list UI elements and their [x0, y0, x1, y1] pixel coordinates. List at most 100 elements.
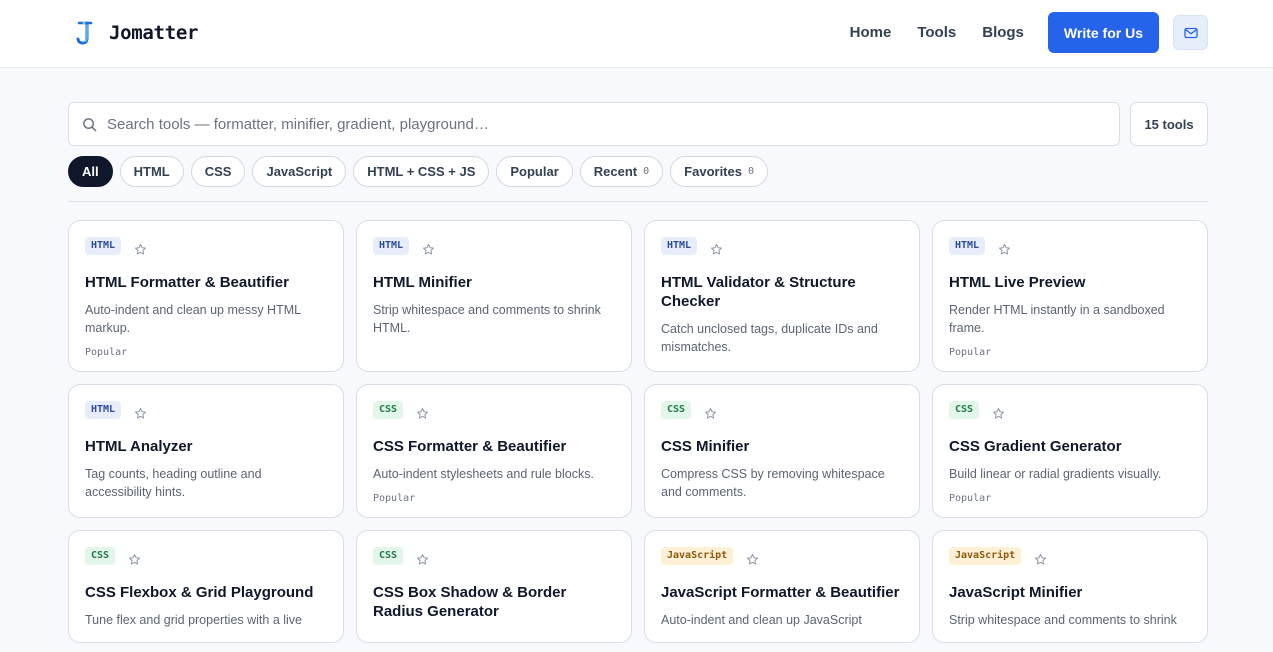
tool-count-badge: 15 tools: [1130, 102, 1208, 146]
category-tag: CSS: [85, 547, 116, 565]
filter-css-chip[interactable]: CSS: [190, 156, 246, 187]
search-box[interactable]: [68, 102, 1120, 146]
brand-name: Jomatter: [109, 22, 199, 44]
category-tag: CSS: [949, 401, 980, 419]
category-tag: JavaScript: [661, 547, 734, 565]
tool-description: Strip whitespace and comments to shrink …: [373, 303, 601, 335]
search-input[interactable]: [107, 115, 1067, 133]
tool-description: Tune flex and grid properties with a liv…: [85, 613, 303, 627]
category-tag: CSS: [661, 401, 692, 419]
chip-label: All: [82, 164, 99, 179]
tool-description: Build linear or radial gradients visuall…: [949, 467, 1162, 481]
tool-card[interactable]: HTML HTML Validator & Structure Checker Ca…: [644, 220, 920, 372]
category-tag: JavaScript: [949, 547, 1022, 565]
tool-card[interactable]: CSS CSS Minifier Compress CSS by removing …: [644, 384, 920, 518]
main-nav: Home Tools Blogs Write for Us: [850, 12, 1208, 53]
filter-recent-chip[interactable]: Recent 0: [579, 156, 664, 187]
nav-tools-link[interactable]: Tools: [917, 24, 956, 41]
star-icon[interactable]: [134, 407, 147, 420]
favorites-count: 0: [747, 166, 755, 177]
chip-label: HTML: [133, 164, 170, 179]
chip-label: CSS: [204, 164, 232, 179]
mail-button[interactable]: [1173, 15, 1208, 50]
card-header: HTML: [85, 237, 327, 255]
category-tag: HTML: [85, 401, 122, 419]
tool-description: Auto-indent and clean up JavaScript: [661, 613, 862, 627]
filter-favorites-chip[interactable]: Favorites 0: [670, 156, 769, 187]
tool-description: Catch unclosed tags, duplicate IDs and m…: [661, 322, 878, 354]
card-header: HTML: [85, 401, 327, 419]
filter-popular-chip[interactable]: Popular: [496, 156, 573, 187]
card-header: CSS: [661, 401, 903, 419]
chip-label: HTML + CSS + JS: [367, 164, 476, 179]
card-header: HTML: [661, 237, 903, 255]
card-header: CSS: [949, 401, 1191, 419]
star-icon[interactable]: [422, 243, 435, 256]
popular-badge: Popular: [373, 493, 416, 504]
tool-title: HTML Analyzer: [85, 438, 193, 455]
tool-card[interactable]: HTML HTML Analyzer Tag counts, heading out…: [68, 384, 344, 518]
star-icon[interactable]: [128, 553, 141, 566]
category-tag: HTML: [661, 237, 698, 255]
card-header: CSS: [373, 547, 615, 565]
star-icon[interactable]: [1034, 553, 1047, 566]
filter-javascript-chip[interactable]: JavaScript: [252, 156, 347, 187]
card-header: JavaScript: [949, 547, 1191, 565]
star-icon[interactable]: [704, 407, 717, 420]
popular-badge: Popular: [85, 347, 128, 358]
star-icon[interactable]: [992, 407, 1005, 420]
filter-chips: All HTML CSS JavaScript HTML + CSS + JS …: [68, 156, 775, 187]
card-header: HTML: [373, 237, 615, 255]
chip-label: Favorites: [684, 164, 742, 179]
filter-html-css-js-chip[interactable]: HTML + CSS + JS: [353, 156, 490, 187]
tool-title: HTML Minifier: [373, 274, 472, 291]
card-header: HTML: [949, 237, 1191, 255]
tool-description: Render HTML instantly in a sandboxed fra…: [949, 303, 1165, 335]
tool-description: Auto-indent stylesheets and rule blocks.: [373, 467, 594, 481]
card-header: CSS: [85, 547, 327, 565]
star-icon[interactable]: [998, 243, 1011, 256]
tool-title: HTML Formatter & Beautifier: [85, 274, 289, 291]
category-tag: HTML: [949, 237, 986, 255]
star-icon[interactable]: [710, 243, 723, 256]
tool-card[interactable]: JavaScript JavaScript Formatter & Beautif…: [644, 530, 920, 643]
nav-blogs-link[interactable]: Blogs: [982, 24, 1024, 41]
tool-card[interactable]: CSS CSS Gradient Generator Build linear or…: [932, 384, 1208, 518]
nav-home-link[interactable]: Home: [850, 24, 892, 41]
star-icon[interactable]: [416, 553, 429, 566]
tool-description: Auto-indent and clean up messy HTML mark…: [85, 303, 301, 335]
tool-card[interactable]: HTML HTML Minifier Strip whitespace and co…: [356, 220, 632, 372]
popular-badge: Popular: [949, 347, 992, 358]
popular-badge: Popular: [949, 493, 992, 504]
chip-label: JavaScript: [266, 164, 333, 179]
tool-card[interactable]: HTML HTML Formatter & Beautifier Auto-inde…: [68, 220, 344, 372]
star-icon[interactable]: [746, 553, 759, 566]
j-letter-icon: [76, 21, 93, 45]
search-icon: [83, 117, 97, 131]
tool-title: CSS Gradient Generator: [949, 438, 1122, 455]
site-header: Jomatter Home Tools Blogs Write for Us: [0, 0, 1273, 68]
tool-title: CSS Formatter & Beautifier: [373, 438, 567, 455]
tool-title: CSS Box Shadow & Border Radius Generator: [373, 584, 567, 620]
tool-card[interactable]: JavaScript JavaScript Minifier Strip white…: [932, 530, 1208, 643]
tool-card[interactable]: CSS CSS Box Shadow & Border Radius Genera…: [356, 530, 632, 643]
chip-label: Popular: [510, 164, 559, 179]
filter-html-chip[interactable]: HTML: [119, 156, 184, 187]
star-icon[interactable]: [134, 243, 147, 256]
category-tag: HTML: [373, 237, 410, 255]
tool-card[interactable]: CSS CSS Flexbox & Grid Playground Tune fle…: [68, 530, 344, 643]
tool-card[interactable]: CSS CSS Formatter & Beautifier Auto-indent…: [356, 384, 632, 518]
tool-description: Strip whitespace and comments to shrink: [949, 613, 1177, 627]
write-for-us-button[interactable]: Write for Us: [1047, 12, 1159, 53]
star-icon[interactable]: [416, 407, 429, 420]
brand-logo[interactable]: Jomatter: [74, 19, 198, 47]
tool-title: CSS Minifier: [661, 438, 750, 455]
filter-all-chip[interactable]: All: [68, 156, 113, 187]
card-header: CSS: [373, 401, 615, 419]
recent-count: 0: [643, 166, 650, 177]
tool-title: JavaScript Formatter & Beautifier: [661, 584, 900, 601]
tool-card[interactable]: HTML HTML Live Preview Render HTML instant…: [932, 220, 1208, 372]
tool-description: Tag counts, heading outline and accessib…: [85, 467, 262, 499]
section-divider: [68, 201, 1208, 202]
card-header: JavaScript: [661, 547, 903, 565]
